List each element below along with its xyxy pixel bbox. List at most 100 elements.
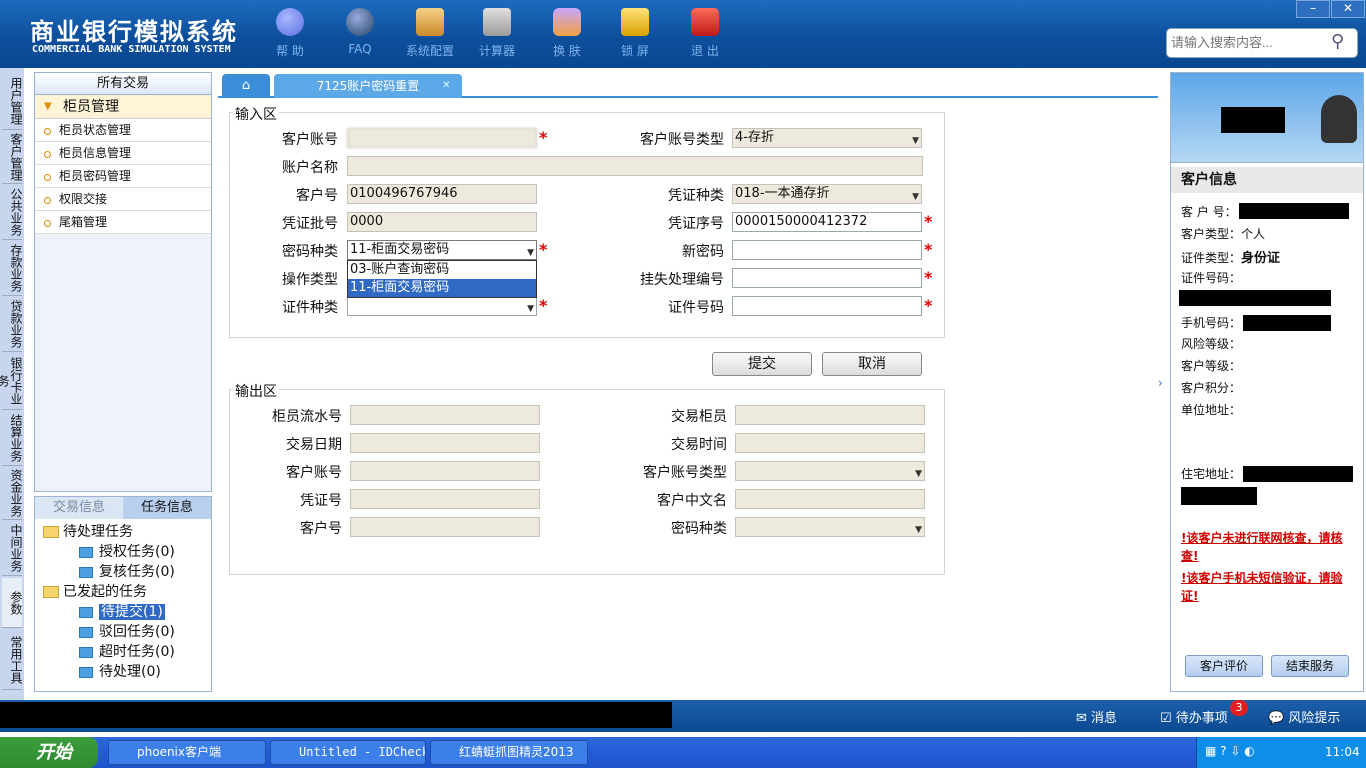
messages-button[interactable]: ✉ 消息 (1076, 707, 1117, 726)
search-icon[interactable]: ⚲ (1331, 31, 1344, 52)
teller-seq-field (350, 405, 540, 425)
tray-icons[interactable]: ▦ ? ⇩ ◐ (1205, 744, 1255, 758)
tree-to-submit[interactable]: 待提交(1) (79, 601, 165, 621)
label-out-acct-type: 客户账号类型 (643, 465, 727, 481)
label-acct-type: 客户账号类型 (640, 132, 724, 148)
module-tab-params[interactable]: 参数 (2, 578, 23, 628)
module-tab-tools[interactable]: 常用工具 (2, 630, 23, 690)
acct-no-field[interactable] (347, 128, 537, 148)
menu-item-teller-info[interactable]: 柜员信息管理 (35, 142, 211, 165)
menu-header[interactable]: 所有交易 (35, 73, 211, 95)
voucher-batch-field[interactable]: 0000 (347, 212, 537, 232)
shirt-icon (553, 8, 581, 36)
checkbox-icon: ☑ (1160, 711, 1176, 726)
tree-rejected[interactable]: 驳回任务(0) (79, 621, 175, 641)
tree-to-handle[interactable]: 待处理(0) (79, 661, 161, 681)
dropdown-option-selected[interactable]: 11-柜面交易密码 (348, 279, 536, 297)
label-out-cust-no: 客户号 (300, 521, 342, 537)
info-icon (276, 8, 304, 36)
minimize-button[interactable]: – (1296, 0, 1330, 18)
acct-type-select[interactable]: 4-存折 ▼ (732, 128, 922, 148)
module-tab-customer[interactable]: 客户管理 (2, 130, 23, 184)
voucher-type-select[interactable]: 018-一本通存折 ▼ (732, 184, 922, 204)
start-button[interactable]: 开始 (0, 737, 98, 768)
label-phone: 手机号码： (1181, 316, 1242, 330)
menu-item-teller-password[interactable]: 柜员密码管理 (35, 165, 211, 188)
module-tab-user[interactable]: 用户管理 (2, 72, 23, 130)
module-tab-public[interactable]: 公共业务 (2, 184, 23, 240)
voucher-no-field (350, 489, 540, 509)
lock-button[interactable]: 锁 屏 (605, 8, 665, 64)
menu-item-teller-status[interactable]: 柜员状态管理 (35, 119, 211, 142)
out-acct-no-field (350, 461, 540, 481)
module-tab-settlement[interactable]: 结算业务 (2, 410, 23, 466)
calculator-button[interactable]: 计算器 (467, 8, 527, 64)
todo-button[interactable]: ☑ 待办事项 (1160, 707, 1228, 726)
config-button[interactable]: 系统配置 (400, 8, 460, 64)
label-trade-teller: 交易柜员 (671, 409, 727, 425)
help-button[interactable]: 帮 助 (260, 8, 320, 64)
tab-trade-info[interactable]: 交易信息 (35, 497, 123, 519)
module-strip: 用户管理 客户管理 公共业务 存款业务 贷款业务 银行卡业务 结算业务 资金业务… (0, 68, 24, 700)
risk-alert-button[interactable]: 💬 风险提示 (1268, 707, 1340, 726)
exit-button[interactable]: 退 出 (675, 8, 735, 64)
tree-initiated[interactable]: 已发起的任务 (43, 581, 147, 601)
end-service-button[interactable]: 结束服务 (1271, 655, 1349, 677)
taskbar-item-idcheck[interactable]: Untitled - IDCheck (270, 740, 426, 765)
chevron-down-icon: ▼ (912, 192, 919, 202)
id-type-select[interactable]: ▼ (347, 296, 537, 316)
module-tab-card[interactable]: 银行卡业务 (0, 352, 23, 410)
cust-no-field[interactable]: 0100496767946 (347, 184, 537, 204)
label-out-acct-no: 客户账号 (286, 465, 342, 481)
menu-item-permission-handover[interactable]: 权限交接 (35, 188, 211, 211)
cancel-button[interactable]: 取消 (822, 352, 922, 376)
voucher-seq-field[interactable]: 0000150000412372 (732, 212, 922, 232)
label-risk: 风险等级： (1181, 337, 1242, 351)
acct-name-field[interactable] (347, 156, 923, 176)
out-cust-no-field (350, 517, 540, 537)
module-tab-fund[interactable]: 资金业务 (2, 466, 23, 520)
faq-button[interactable]: FAQ (330, 8, 390, 64)
module-tab-deposit[interactable]: 存款业务 (2, 240, 23, 296)
tree-pending[interactable]: 待处理任务 (43, 521, 133, 541)
label-voucher-batch: 凭证批号 (282, 216, 338, 232)
taskbar-item-phoenix[interactable]: phoenix客户端 (108, 740, 266, 765)
customer-eval-button[interactable]: 客户评价 (1185, 655, 1263, 677)
id-no-field[interactable] (732, 296, 922, 316)
label-company-addr: 单位地址： (1181, 403, 1242, 417)
transaction-menu: 所有交易 ▼ 柜员管理 柜员状态管理 柜员信息管理 柜员密码管理 权限交接 尾箱… (34, 72, 212, 492)
collapse-panel-handle[interactable]: › (1158, 360, 1166, 406)
tree-timeout[interactable]: 超时任务(0) (79, 641, 175, 661)
module-tab-intermediary[interactable]: 中间业务 (2, 520, 23, 576)
tree-auth[interactable]: 授权任务(0) (79, 541, 175, 561)
warning-verification[interactable]: !该客户未进行联网核查，请核查! (1181, 529, 1359, 565)
skin-button[interactable]: 换 肤 (537, 8, 597, 64)
pwd-type-select[interactable]: 11-柜面交易密码 ▼ (347, 240, 537, 260)
status-bar: ✉ 消息 ☑ 待办事项 3 💬 风险提示 (0, 700, 1366, 732)
home-tab[interactable]: ⌂ (222, 74, 270, 98)
tree-review[interactable]: 复核任务(0) (79, 561, 175, 581)
warning-sms[interactable]: !该客户手机未短信验证，请验证! (1181, 569, 1359, 605)
menu-group-teller[interactable]: ▼ 柜员管理 (35, 95, 211, 119)
task-panel: 交易信息 任务信息 待处理任务 授权任务(0) 复核任务(0) 已发起的任务 待… (34, 496, 212, 692)
label-trade-time: 交易时间 (671, 437, 727, 453)
close-window-button[interactable]: ✕ (1331, 0, 1365, 18)
loss-no-field[interactable] (732, 268, 922, 288)
required-mark: * (924, 212, 933, 231)
menu-item-tail-box[interactable]: 尾箱管理 (35, 211, 211, 234)
close-tab-icon[interactable]: ✕ (442, 74, 450, 98)
clock: 11:04 (1325, 745, 1360, 759)
required-mark: * (924, 268, 933, 287)
taskbar-item-capture[interactable]: 红蜻蜓抓图精灵2013 (430, 740, 588, 765)
submit-button[interactable]: 提交 (712, 352, 812, 376)
cust-type: 客户类型：个人 (1181, 227, 1266, 241)
search-input[interactable] (1171, 35, 1321, 50)
tab-7125-password-reset[interactable]: 7125账户密码重置 ✕ (274, 74, 462, 98)
module-tab-loan[interactable]: 贷款业务 (2, 296, 23, 352)
trade-teller-field (735, 405, 925, 425)
task-icon (79, 666, 93, 678)
tab-task-info[interactable]: 任务信息 (123, 497, 211, 519)
dropdown-option[interactable]: 03-账户查询密码 (348, 261, 536, 279)
new-password-field[interactable] (732, 240, 922, 260)
input-legend: 输入区 (233, 104, 279, 124)
